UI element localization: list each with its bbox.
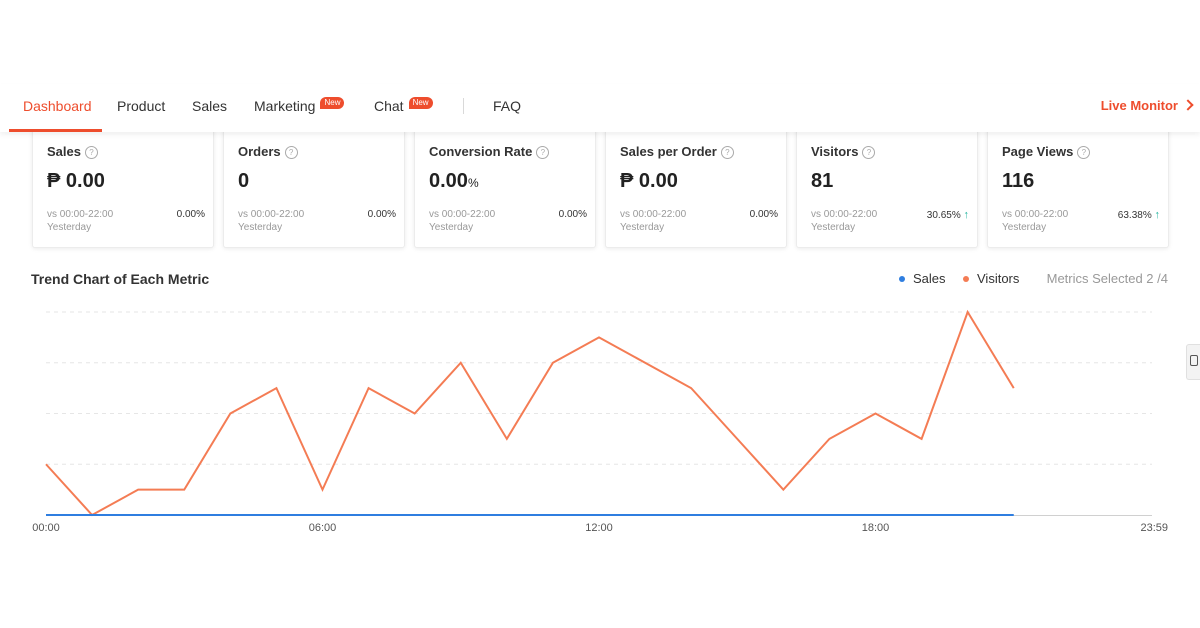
metric-title: Page Views? bbox=[1002, 144, 1091, 159]
tab-marketing[interactable]: Marketing New bbox=[254, 84, 345, 132]
metric-title: Orders? bbox=[238, 144, 298, 159]
new-badge: New bbox=[408, 97, 433, 109]
series-line-visitors bbox=[45, 309, 1015, 517]
metric-card-sales-per-order[interactable]: Sales per Order? ₱ 0.00 vs 00:00-22:00 Ye… bbox=[605, 126, 787, 248]
metric-value: 81 bbox=[811, 170, 834, 192]
active-tab-underline bbox=[9, 129, 102, 132]
tab-dashboard[interactable]: Dashboard bbox=[23, 84, 92, 132]
metric-change: 0.00% bbox=[558, 209, 587, 220]
arrow-up-icon: ↑ bbox=[1154, 209, 1161, 221]
chart-title: Trend Chart of Each Metric bbox=[31, 271, 210, 287]
metric-change: 63.38% ↑ bbox=[1117, 209, 1161, 221]
metric-card-sales[interactable]: Sales? ₱ 0.00 vs 00:00-22:00 Yesterday 0.… bbox=[32, 126, 214, 248]
metric-card-page-views[interactable]: Page Views? 116 vs 00:00-22:00 Yesterday … bbox=[987, 126, 1169, 248]
metric-compare: vs 00:00-22:00 Yesterday bbox=[811, 209, 878, 233]
tab-marketing-label: Marketing bbox=[254, 98, 316, 114]
metric-compare: vs 00:00-22:00 Yesterday bbox=[620, 209, 687, 233]
x-tick-label: 23:59 bbox=[1140, 522, 1168, 534]
help-icon[interactable]: ? bbox=[84, 146, 98, 159]
metric-compare: vs 00:00-22:00 Yesterday bbox=[1002, 209, 1069, 233]
x-tick-label: 12:00 bbox=[585, 522, 613, 534]
metric-card-visitors[interactable]: Visitors? 81 vs 00:00-22:00 Yesterday 30.… bbox=[796, 126, 978, 248]
tab-product-label: Product bbox=[117, 98, 166, 114]
metric-unit: % bbox=[467, 176, 479, 190]
x-tick-label: 18:00 bbox=[862, 522, 890, 534]
metric-change: 0.00% bbox=[176, 209, 205, 220]
legend-item-visitors[interactable]: Visitors bbox=[963, 271, 1019, 286]
metric-change: 0.00% bbox=[367, 209, 396, 220]
help-icon[interactable]: ? bbox=[720, 146, 734, 159]
metric-value: ₱ 0.00 bbox=[47, 170, 105, 192]
tab-product[interactable]: Product bbox=[117, 84, 165, 132]
metric-title: Conversion Rate? bbox=[429, 144, 550, 159]
help-icon[interactable]: ? bbox=[1077, 146, 1091, 159]
help-icon[interactable]: ? bbox=[284, 146, 298, 159]
tab-faq-label: FAQ bbox=[493, 98, 522, 114]
device-icon bbox=[1190, 355, 1198, 366]
live-monitor-label: Live Monitor bbox=[1100, 98, 1178, 113]
legend-dot-icon bbox=[899, 276, 905, 282]
x-tick-label: 06:00 bbox=[309, 522, 337, 534]
tab-faq[interactable]: FAQ bbox=[493, 84, 521, 132]
metrics-selected-count[interactable]: Metrics Selected 2 /4 bbox=[1047, 271, 1168, 286]
metric-value: 116 bbox=[1002, 170, 1035, 192]
new-badge: New bbox=[320, 97, 345, 109]
metric-card-orders[interactable]: Orders? 0 vs 00:00-22:00 Yesterday 0.00% bbox=[223, 126, 405, 248]
x-tick-label: 00:00 bbox=[32, 522, 60, 534]
arrow-up-icon: ↑ bbox=[963, 209, 970, 221]
nav-divider bbox=[463, 98, 464, 114]
metric-value: 0 bbox=[238, 170, 250, 192]
metric-value: ₱ 0.00 bbox=[620, 170, 678, 192]
tab-chat[interactable]: Chat New bbox=[374, 84, 433, 132]
metric-title: Sales per Order? bbox=[620, 144, 734, 159]
metric-compare: vs 00:00-22:00 Yesterday bbox=[429, 209, 496, 233]
metric-title: Sales? bbox=[47, 144, 98, 159]
tab-chat-label: Chat bbox=[374, 98, 404, 114]
live-monitor-link[interactable]: Live Monitor bbox=[1100, 84, 1194, 132]
tab-sales[interactable]: Sales bbox=[192, 84, 227, 132]
help-icon[interactable]: ? bbox=[862, 146, 876, 159]
side-handle[interactable] bbox=[1186, 344, 1200, 380]
metric-compare: vs 00:00-22:00 Yesterday bbox=[47, 209, 114, 233]
top-nav-bar: Dashboard Product Sales Marketing New Cha… bbox=[0, 84, 1200, 132]
metric-change: 30.65% ↑ bbox=[926, 209, 970, 221]
chevron-right-icon bbox=[1182, 99, 1194, 111]
tab-sales-label: Sales bbox=[192, 98, 228, 114]
metric-compare: vs 00:00-22:00 Yesterday bbox=[238, 209, 305, 233]
tab-dashboard-label: Dashboard bbox=[23, 98, 92, 114]
metric-value: 0.00% bbox=[429, 170, 479, 192]
help-icon[interactable]: ? bbox=[536, 146, 550, 159]
legend-item-sales[interactable]: Sales bbox=[899, 271, 946, 286]
metric-change: 0.00% bbox=[749, 209, 778, 220]
legend-dot-icon bbox=[963, 276, 969, 282]
metric-card-conversion-rate[interactable]: Conversion Rate? 0.00% vs 00:00-22:00 Yes… bbox=[414, 126, 596, 248]
metric-title: Visitors? bbox=[811, 144, 876, 159]
